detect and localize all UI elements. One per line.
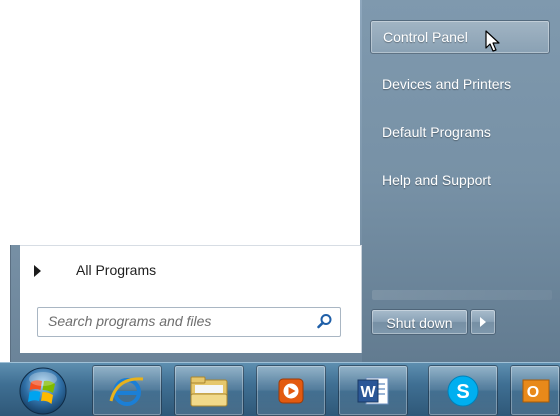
internet-explorer-icon bbox=[109, 376, 144, 406]
devices-and-printers-item[interactable]: Devices and Printers bbox=[370, 67, 550, 101]
all-programs-item[interactable]: All Programs bbox=[20, 252, 362, 290]
help-and-support-item[interactable]: Help and Support bbox=[370, 163, 550, 197]
taskbar: W S O bbox=[0, 362, 560, 416]
taskbar-internet-explorer-button[interactable] bbox=[92, 365, 162, 416]
all-programs-label: All Programs bbox=[76, 262, 157, 278]
taskbar-media-player-button[interactable] bbox=[256, 365, 326, 416]
word-icon: W bbox=[357, 377, 389, 404]
taskbar-windows-explorer-button[interactable] bbox=[174, 365, 244, 416]
blurred-user-area bbox=[372, 290, 552, 300]
shut-down-button[interactable]: Shut down bbox=[371, 309, 468, 335]
start-menu-left-pane: All Programs bbox=[20, 245, 362, 353]
taskbar-word-button[interactable]: W bbox=[338, 365, 408, 416]
right-arrow-icon bbox=[480, 317, 486, 327]
search-input[interactable] bbox=[38, 308, 308, 334]
svg-text:S: S bbox=[456, 381, 469, 403]
control-panel-item[interactable]: Control Panel bbox=[370, 20, 550, 54]
mouse-cursor-icon bbox=[485, 30, 500, 52]
search-box[interactable] bbox=[37, 307, 341, 337]
default-programs-item[interactable]: Default Programs bbox=[370, 115, 550, 149]
windows-orb-icon[interactable] bbox=[18, 366, 68, 416]
start-menu-right-pane: Control Panel Devices and Printers Defau… bbox=[362, 0, 560, 362]
taskbar-outlook-button[interactable]: O bbox=[510, 365, 560, 416]
media-player-icon bbox=[278, 378, 304, 403]
shut-down-options-button[interactable] bbox=[470, 309, 496, 335]
outlook-icon: O bbox=[522, 379, 550, 402]
right-arrow-icon bbox=[34, 265, 41, 277]
search-icon[interactable] bbox=[316, 312, 334, 330]
desktop-background bbox=[0, 0, 360, 245]
taskbar-skype-button[interactable]: S bbox=[428, 365, 498, 416]
svg-text:O: O bbox=[527, 384, 539, 401]
svg-text:W: W bbox=[360, 384, 376, 401]
folder-icon bbox=[190, 376, 228, 406]
skype-icon: S bbox=[447, 375, 479, 406]
